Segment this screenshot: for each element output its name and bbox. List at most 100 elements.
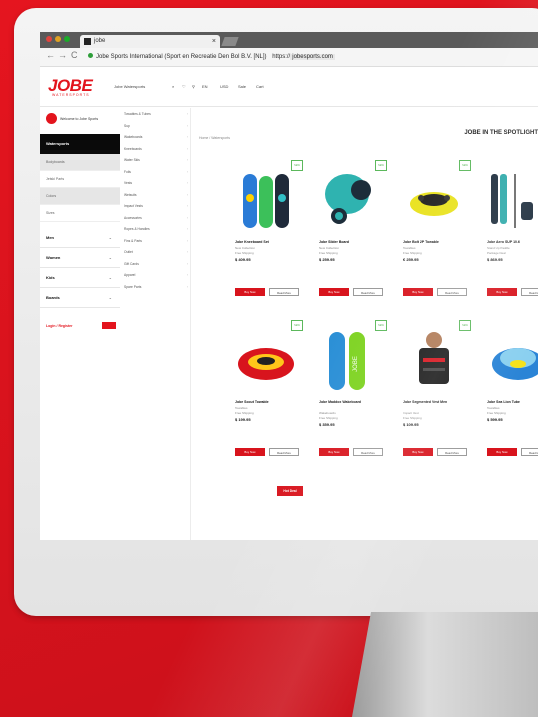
product-image[interactable] — [485, 328, 538, 394]
product-name[interactable]: Jobe Maddox Wakeboard — [319, 400, 385, 405]
account-icon[interactable]: ⚲ — [192, 84, 195, 89]
category-item[interactable]: Sup › — [124, 124, 188, 128]
buy-now-button[interactable]: Buy Now — [487, 448, 517, 456]
category-item[interactable]: Accessories › — [124, 216, 188, 220]
sidebar-item[interactable]: Bodyboards — [40, 154, 120, 171]
new-tab-button[interactable] — [221, 37, 239, 46]
buy-now-button[interactable]: Buy Now — [403, 288, 433, 296]
category-item[interactable]: Outlet › — [124, 250, 188, 254]
close-window-icon[interactable] — [46, 36, 52, 42]
cart-link[interactable]: Cart — [256, 84, 264, 89]
category-item[interactable]: Ropes & Handles › — [124, 227, 188, 231]
header-menu-brand[interactable]: Jobe Watersports — [114, 84, 145, 89]
product-image[interactable] — [233, 168, 299, 234]
product-image[interactable] — [401, 168, 467, 234]
sidebar-section-kids[interactable]: Kids ⌄ — [40, 268, 120, 288]
chevron-down-icon: ⌄ — [108, 255, 112, 260]
product-image[interactable] — [317, 168, 383, 234]
category-item[interactable]: Gift Cards › — [124, 262, 188, 266]
product-image[interactable] — [233, 328, 299, 394]
product-name[interactable]: Jobe Kneeboard Set — [235, 240, 301, 245]
read-more-button[interactable]: Read More — [521, 288, 538, 296]
category-item[interactable]: Vests › — [124, 181, 188, 185]
read-more-button[interactable]: Read More — [521, 448, 538, 456]
product-meta: Free Shipping — [319, 416, 338, 420]
read-more-button[interactable]: Read More — [437, 288, 467, 296]
category-item[interactable]: Impact Vests › — [124, 204, 188, 208]
product-card[interactable]: NEW Jobe Segmented Vest Men Impact Vest Fre… — [395, 320, 475, 470]
url-prefix: https:// — [272, 54, 291, 60]
product-name[interactable]: Jobe Scout Towable — [235, 400, 301, 405]
currency-selector[interactable]: USD — [220, 84, 228, 89]
read-more-button[interactable]: Read More — [269, 448, 299, 456]
sidebar-item[interactable]: Jetski Parts — [40, 171, 120, 188]
forward-arrow-icon[interactable]: → — [58, 50, 67, 60]
url-field[interactable]: Jobe Sports International (Sport en Recr… — [88, 53, 335, 60]
product-meta: Package Deal — [487, 251, 506, 255]
browser-tab[interactable]: jobe × — [80, 35, 220, 48]
buy-now-button[interactable]: Buy Now — [235, 288, 265, 296]
product-card[interactable]: NEWJobe Sea Lion TubeTowablesFree Shippi… — [479, 320, 538, 470]
category-item[interactable]: Spare Parts › — [124, 285, 188, 289]
category-item[interactable]: Apparel › — [124, 273, 188, 277]
search-icon[interactable]: ⌕ — [172, 84, 174, 89]
read-more-button[interactable]: Read More — [269, 288, 299, 296]
read-more-button[interactable]: Read More — [353, 288, 383, 296]
product-meta: Free Shipping — [319, 251, 338, 255]
category-item[interactable]: Wetsuits › — [124, 193, 188, 197]
category-item[interactable]: Water Skis › — [124, 158, 188, 162]
product-image[interactable] — [401, 328, 467, 394]
category-item[interactable]: Fins & Parts › — [124, 239, 188, 243]
product-card[interactable]: NEW Jobe Bolt 2P Towable Towables Free Ship… — [395, 160, 475, 310]
category-item[interactable]: Kneeboards › — [124, 147, 188, 151]
wishlist-icon[interactable]: ♡ — [182, 84, 186, 89]
product-card[interactable]: NEW Jobe Scout Towable Towables Free Shippi… — [227, 320, 307, 470]
sidebar-section-boards[interactable]: Boards ⌄ — [40, 288, 120, 308]
product-meta: Towables — [403, 246, 416, 250]
account-block[interactable]: Welcome to Jobe Sports — [46, 112, 114, 126]
category-item[interactable]: Foils › — [124, 170, 188, 174]
product-name[interactable]: Jobe Sea Lion Tube — [487, 400, 538, 405]
back-arrow-icon[interactable]: ← — [46, 50, 55, 60]
category-item[interactable]: Wakeboards › — [124, 135, 188, 139]
section-label: Kids — [46, 275, 55, 280]
maximize-window-icon[interactable] — [64, 36, 70, 42]
product-image[interactable] — [485, 168, 538, 234]
account-text: Welcome to Jobe Sports — [60, 117, 99, 121]
buy-now-button[interactable]: Buy Now — [403, 448, 433, 456]
product-name[interactable]: Jobe Bolt 2P Towable — [403, 240, 469, 245]
product-card[interactable]: NEW Jobe Kneeboard Set New Collection Free … — [227, 160, 307, 310]
sidebar-active-section[interactable]: Watersports — [40, 134, 120, 154]
sidebar-section-women[interactable]: Women ⌄ — [40, 248, 120, 268]
minimize-window-icon[interactable] — [55, 36, 61, 42]
sidebar-item[interactable]: Sizes — [40, 205, 120, 222]
product-meta: Wakeboards — [319, 411, 336, 415]
secure-lock-icon — [88, 53, 93, 58]
product-name[interactable]: Jobe Aero SUP 10.6 — [487, 240, 538, 245]
read-more-button[interactable]: Read More — [437, 448, 467, 456]
sale-link[interactable]: Sale — [238, 84, 246, 89]
login-button[interactable] — [102, 322, 116, 329]
product-image[interactable]: JOBE — [317, 328, 383, 394]
sidebar-item[interactable]: Colors — [40, 188, 120, 205]
buy-now-button[interactable]: Buy Now — [319, 448, 349, 456]
login-link[interactable]: Login / Register — [46, 324, 72, 328]
buy-now-button[interactable]: Buy Now — [319, 288, 349, 296]
tab-close-icon[interactable]: × — [212, 35, 216, 48]
product-card[interactable]: NEWJobe Aero SUP 10.6Stand Up PaddlePack… — [479, 160, 538, 310]
product-name[interactable]: Jobe Segmented Vest Men — [403, 400, 469, 405]
buy-now-button[interactable]: Buy Now — [235, 448, 265, 456]
read-more-button[interactable]: Read More — [353, 448, 383, 456]
category-item[interactable]: Towables & Tubes › — [124, 112, 188, 116]
chevron-right-icon: › — [186, 204, 188, 208]
chevron-right-icon: › — [186, 112, 188, 116]
reload-icon[interactable]: C — [71, 50, 78, 60]
product-card[interactable]: NEW Jobe Slider Board New Collection Free S… — [311, 160, 391, 310]
buy-now-button[interactable]: Buy Now — [487, 288, 517, 296]
product-card[interactable]: NEW JOBE Jobe Maddox Wakeboard Wakeboards Fr… — [311, 320, 391, 470]
favicon-icon — [84, 38, 91, 45]
language-selector[interactable]: EN — [202, 84, 208, 89]
chevron-right-icon: › — [186, 238, 188, 243]
product-name[interactable]: Jobe Slider Board — [319, 240, 385, 245]
sidebar-section-men[interactable]: Men ⌄ — [40, 228, 120, 248]
